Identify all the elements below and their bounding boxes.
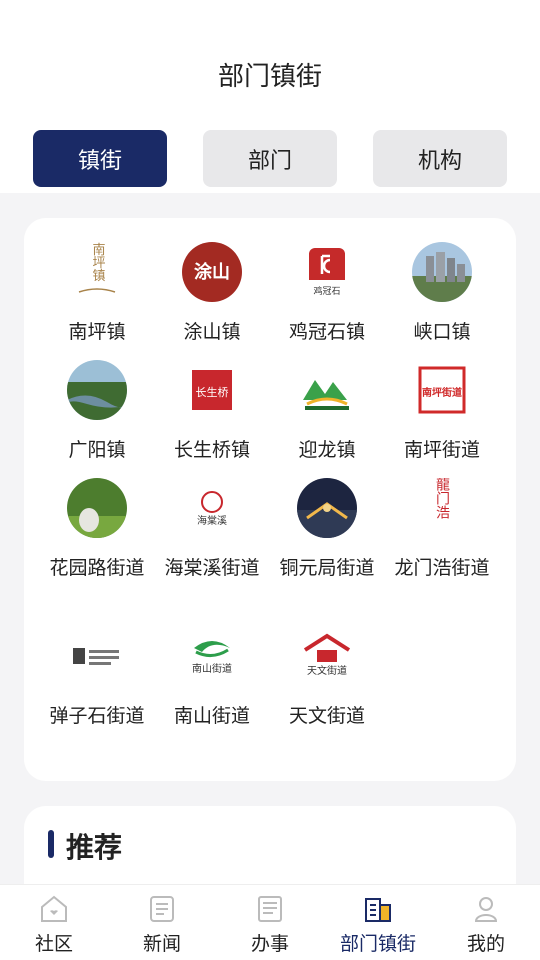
grid-item-label: 花园路街道 xyxy=(49,557,145,579)
nav-label: 部门镇街 xyxy=(339,933,416,955)
grid-item-xiakou-town[interactable]: 峡口镇 xyxy=(384,242,500,346)
nav-item-departments[interactable]: 部门镇街 xyxy=(324,893,432,956)
grid-item-longmenhao-street[interactable]: 龍门浩 龙门浩街道 xyxy=(384,478,500,582)
grid-item-tongyuanju-street[interactable]: 铜元局街道 xyxy=(269,478,385,582)
xiakou-town-photo xyxy=(412,242,472,302)
svg-text:鸡冠石: 鸡冠石 xyxy=(313,285,340,297)
towns-grid-card: 南坪镇 南坪镇 涂山 涂山镇 鸡冠石 鸡冠石镇 峡口镇 广阳镇 长生桥 长生桥镇… xyxy=(24,218,516,781)
svg-text:龍门浩: 龍门浩 xyxy=(434,478,450,519)
grid-item-label: 弹子石街道 xyxy=(49,705,145,727)
nav-item-profile[interactable]: 我的 xyxy=(432,893,540,956)
huayuanlu-street-photo xyxy=(67,478,127,538)
tushan-town-logo: 涂山 xyxy=(182,242,242,302)
news-icon xyxy=(150,896,174,922)
grid-item-label: 海棠溪街道 xyxy=(164,557,260,579)
grid-item-haitangxi-street[interactable]: 海棠溪 海棠溪街道 xyxy=(154,478,270,582)
nav-item-services[interactable]: 办事 xyxy=(216,893,324,956)
bottom-nav: 社区 新闻 办事 部门镇街 我的 xyxy=(0,884,540,960)
grid-item-label: 南山街道 xyxy=(173,705,250,727)
tianwen-street-logo: 天文街道 xyxy=(297,626,357,686)
nanping-street-logo: 南坪街道 xyxy=(412,360,472,420)
danzishi-street-logo xyxy=(67,626,127,686)
grid-item-nanping-town[interactable]: 南坪镇 南坪镇 xyxy=(39,242,155,346)
community-icon xyxy=(41,895,67,922)
nav-item-news[interactable]: 新闻 xyxy=(108,893,216,956)
grid-item-label: 铜元局街道 xyxy=(279,557,375,579)
page-title: 部门镇街 xyxy=(217,62,322,92)
profile-icon xyxy=(474,897,498,922)
tab-bar: 镇街 部门 机构 xyxy=(33,130,507,187)
grid-item-nanshan-street[interactable]: 南山街道 南山街道 xyxy=(154,626,270,730)
svg-text:南坪镇: 南坪镇 xyxy=(90,242,106,282)
grid-item-label: 南坪镇 xyxy=(68,321,126,343)
grid-item-guangyang-town[interactable]: 广阳镇 xyxy=(39,360,155,464)
nav-label: 新闻 xyxy=(142,933,181,955)
svg-text:海棠溪: 海棠溪 xyxy=(197,514,227,527)
grid-item-danzishi-street[interactable]: 弹子石街道 xyxy=(39,626,155,730)
grid-item-huayuanlu-street[interactable]: 花园路街道 xyxy=(39,478,155,582)
yinglong-town-logo xyxy=(297,360,357,420)
tab-towns[interactable]: 镇街 xyxy=(33,130,167,187)
svg-text:南坪街道: 南坪街道 xyxy=(422,386,462,399)
nanping-town-logo: 南坪镇 xyxy=(67,242,127,302)
section-accent-bar xyxy=(48,830,54,858)
services-icon xyxy=(258,896,282,922)
grid-item-tushan-town[interactable]: 涂山 涂山镇 xyxy=(154,242,270,346)
nav-label: 社区 xyxy=(34,933,73,955)
grid-item-label: 南坪街道 xyxy=(403,439,480,461)
nav-item-community[interactable]: 社区 xyxy=(0,893,108,956)
svg-text:天文街道: 天文街道 xyxy=(307,664,347,677)
grid-item-label: 广阳镇 xyxy=(68,439,126,461)
svg-text:长生桥: 长生桥 xyxy=(196,385,229,399)
nav-label: 办事 xyxy=(250,933,289,955)
svg-text:南山街道: 南山街道 xyxy=(192,662,232,675)
grid-item-label: 迎龙镇 xyxy=(298,439,356,461)
jiguanshi-town-logo: 鸡冠石 xyxy=(297,242,357,302)
grid-item-yinglong-town[interactable]: 迎龙镇 xyxy=(269,360,385,464)
recommend-title: 推荐 xyxy=(66,831,123,864)
tab-departments[interactable]: 部门 xyxy=(203,130,337,187)
grid-item-label: 龙门浩街道 xyxy=(394,557,490,579)
grid-item-nanping-street[interactable]: 南坪街道 南坪街道 xyxy=(384,360,500,464)
svg-text:涂山: 涂山 xyxy=(194,261,230,283)
nav-label: 我的 xyxy=(466,933,505,955)
grid-item-label: 鸡冠石镇 xyxy=(288,321,365,343)
grid-item-label: 长生桥镇 xyxy=(173,439,250,461)
guangyang-town-photo xyxy=(67,360,127,420)
changshengqiao-town-logo: 长生桥 xyxy=(182,360,242,420)
grid-item-tianwen-street[interactable]: 天文街道 天文街道 xyxy=(269,626,385,730)
grid-item-jiguanshi-town[interactable]: 鸡冠石 鸡冠石镇 xyxy=(269,242,385,346)
grid-item-label: 天文街道 xyxy=(288,705,365,727)
haitangxi-street-logo: 海棠溪 xyxy=(182,478,242,538)
tab-institutions[interactable]: 机构 xyxy=(373,130,507,187)
grid-item-label: 峡口镇 xyxy=(413,321,471,343)
longmenhao-street-logo: 龍门浩 xyxy=(412,478,472,538)
departments-icon xyxy=(365,898,391,922)
grid-item-changshengqiao-town[interactable]: 长生桥 长生桥镇 xyxy=(154,360,270,464)
grid-item-label: 涂山镇 xyxy=(183,321,241,343)
nanshan-street-logo: 南山街道 xyxy=(182,626,242,686)
tongyuanju-street-photo xyxy=(297,478,357,538)
